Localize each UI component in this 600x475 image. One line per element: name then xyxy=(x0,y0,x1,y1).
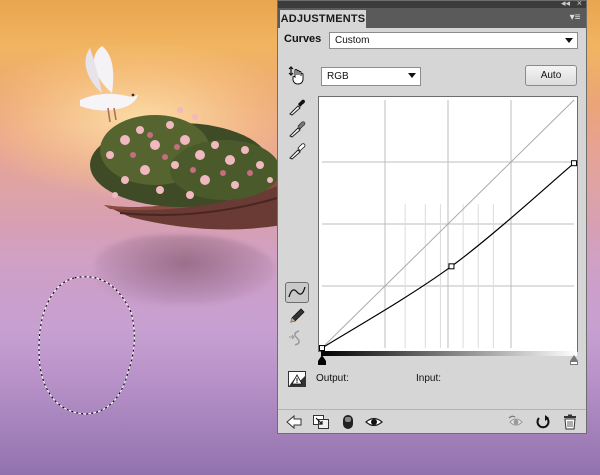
curves-graph[interactable] xyxy=(318,96,578,352)
output-label: Output: xyxy=(316,373,349,384)
back-arrow-icon[interactable] xyxy=(285,414,303,430)
adjustments-panel: ◂◂ × ADJUSTMENTS ▾≡ Curves Custom RGB Au… xyxy=(277,0,587,434)
pencil-icon[interactable] xyxy=(287,306,307,324)
curve-smooth-icon xyxy=(288,286,306,298)
curve-edit-points-button[interactable] xyxy=(285,282,309,303)
clipping-warning-icon[interactable] xyxy=(288,371,306,387)
smooth-curve-icon[interactable] xyxy=(287,329,307,347)
on-image-adjust-icon[interactable] xyxy=(287,66,307,86)
panel-footer xyxy=(278,409,586,435)
panel-titlebar: ◂◂ × xyxy=(278,0,586,8)
visibility-toggle-icon[interactable] xyxy=(339,414,357,430)
trash-icon[interactable] xyxy=(561,414,579,430)
close-panel-button[interactable]: × xyxy=(577,0,582,8)
input-gradient-bar xyxy=(321,351,577,356)
adjustment-type-label: Curves xyxy=(284,33,322,45)
curve-control-point[interactable] xyxy=(448,263,455,270)
input-label: Input: xyxy=(416,373,442,384)
curve-control-point[interactable] xyxy=(571,160,577,167)
clip-to-layer-icon[interactable] xyxy=(312,414,330,430)
channel-dropdown-value: RGB xyxy=(327,71,349,82)
channel-dropdown[interactable]: RGB xyxy=(321,67,421,86)
panel-menu-button[interactable]: ▾≡ xyxy=(568,12,582,24)
preset-dropdown[interactable]: Custom xyxy=(329,32,578,49)
eyedropper-black-icon[interactable] xyxy=(287,98,307,116)
dove xyxy=(80,46,138,123)
lasso-selection xyxy=(38,276,135,415)
auto-button[interactable]: Auto xyxy=(525,65,577,86)
white-point-slider-base xyxy=(570,361,578,365)
collapse-panel-button[interactable]: ◂◂ xyxy=(561,0,570,8)
eyedropper-gray-icon[interactable] xyxy=(287,120,307,138)
curve-control-point[interactable] xyxy=(319,345,325,351)
preset-dropdown-value: Custom xyxy=(335,35,370,46)
black-point-slider-base xyxy=(318,361,326,365)
chevron-down-icon xyxy=(408,73,416,78)
eyedropper-white-icon[interactable] xyxy=(287,142,307,160)
panel-tabstrip: ADJUSTMENTS ▾≡ xyxy=(278,8,586,28)
chevron-down-icon xyxy=(565,38,573,43)
view-previous-icon[interactable] xyxy=(507,414,525,430)
tab-adjustments[interactable]: ADJUSTMENTS xyxy=(280,10,366,28)
reset-icon[interactable] xyxy=(534,414,552,430)
eye-icon[interactable] xyxy=(365,414,383,430)
